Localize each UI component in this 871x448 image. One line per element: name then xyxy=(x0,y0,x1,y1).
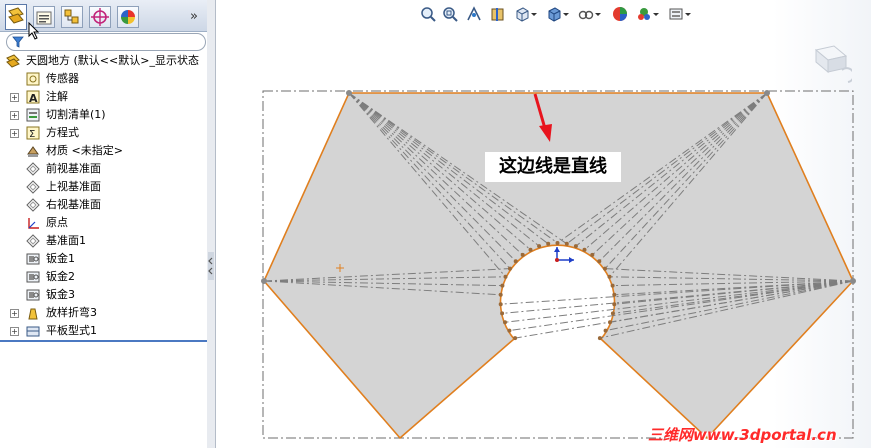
bend-vertex-dot xyxy=(498,292,503,297)
bend-vertex-dot xyxy=(610,311,615,316)
bend-vertex-dot xyxy=(555,241,560,245)
bend-vertex-dot xyxy=(507,328,512,333)
vertex[interactable] xyxy=(261,278,267,284)
bend-vertex-dot xyxy=(503,274,508,279)
bend-vertex-dot xyxy=(610,283,615,288)
bend-vertex-dot xyxy=(612,292,617,297)
bend-vertex-dot xyxy=(528,247,533,252)
annotation-text-box: 这边线是直线 xyxy=(485,152,621,182)
bend-vertex-dot xyxy=(564,241,569,246)
bend-vertex-dot xyxy=(603,266,607,271)
bend-vertex-dot xyxy=(508,266,512,271)
bend-vertex-dot xyxy=(573,244,578,249)
vertex[interactable] xyxy=(346,90,352,96)
origin-triad-icon xyxy=(554,247,574,263)
bend-vertex-dot xyxy=(500,311,505,316)
bend-vertex-dot xyxy=(608,320,612,325)
bend-vertex-dot xyxy=(582,247,587,252)
bend-vertex-dot xyxy=(500,283,505,288)
bend-vertex-dot xyxy=(520,252,525,257)
bend-vertex-dot xyxy=(513,336,518,341)
bend-vertex-dot xyxy=(607,274,612,279)
watermark-text: 三维网www.3dportal.cn xyxy=(648,426,837,444)
bend-vertex-dot xyxy=(498,302,503,307)
bend-vertex-dot xyxy=(513,259,518,264)
bend-vertex-dot xyxy=(503,320,507,325)
bend-vertex-dot xyxy=(612,302,617,307)
part-face[interactable] xyxy=(263,92,854,440)
bend-vertex-dot xyxy=(597,259,602,264)
bend-vertex-dot xyxy=(603,328,608,333)
vertex[interactable] xyxy=(764,90,770,96)
vertex[interactable] xyxy=(850,278,856,284)
bend-vertex-dot xyxy=(546,241,551,246)
bend-vertex-dot xyxy=(597,336,602,341)
bend-vertex-dot xyxy=(590,252,595,257)
bend-vertex-dot xyxy=(537,244,542,249)
flat-pattern-drawing xyxy=(261,90,856,440)
